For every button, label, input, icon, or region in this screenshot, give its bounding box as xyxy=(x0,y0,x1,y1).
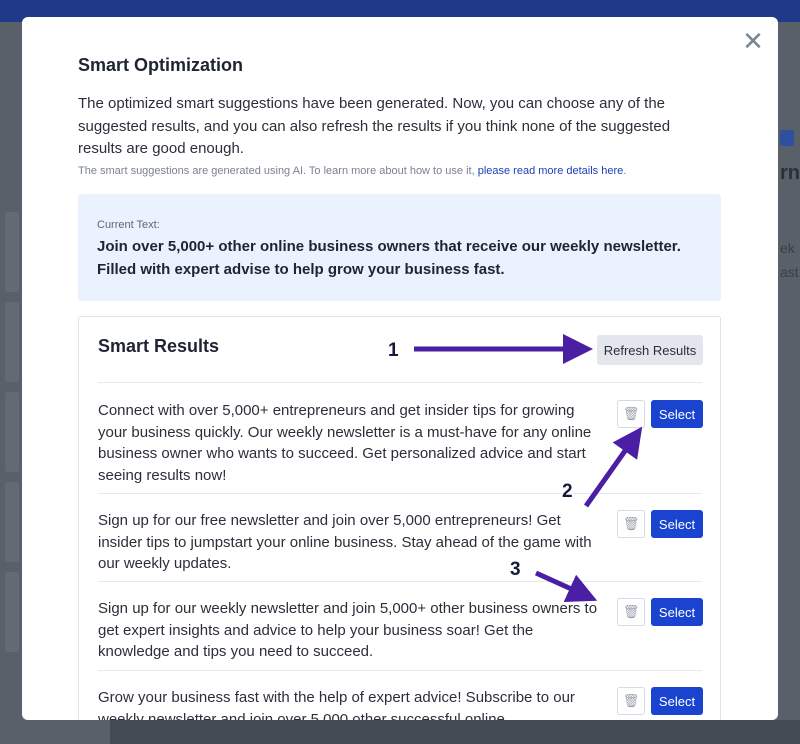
divider xyxy=(98,581,702,582)
ai-note-text: The smart suggestions are generated usin… xyxy=(78,165,475,177)
background-text-fragment: ek xyxy=(780,240,795,256)
trash-icon[interactable]: 🗑 xyxy=(617,687,645,715)
divider xyxy=(98,382,702,383)
trash-icon[interactable]: 🗑 xyxy=(617,510,645,538)
background-panel xyxy=(5,572,19,652)
background-panel xyxy=(5,302,19,382)
modal-title: Smart Optimization xyxy=(78,55,244,75)
current-text-label: Current Text: xyxy=(97,219,160,231)
background-panel xyxy=(5,392,19,472)
current-text-box: Current Text: Join over 5,000+ other onl… xyxy=(78,194,721,301)
smart-results-panel: Smart Results Refresh Results Connect wi… xyxy=(78,316,721,720)
select-button[interactable]: Select xyxy=(651,510,703,538)
trash-icon[interactable]: 🗑 xyxy=(617,400,645,428)
ai-note-end: . xyxy=(623,165,627,177)
current-text-value: Join over 5,000+ other online business o… xyxy=(97,238,681,278)
background-text-fragment: ast xyxy=(780,264,799,280)
modal-description: The optimized smart suggestions have bee… xyxy=(78,95,671,157)
background-panel xyxy=(5,482,19,562)
trash-icon[interactable]: 🗑 xyxy=(617,598,645,626)
read-more-link[interactable]: please read more details here xyxy=(478,165,624,177)
result-text: Sign up for our free newsletter and join… xyxy=(98,512,592,572)
background-panel xyxy=(5,212,19,292)
select-button[interactable]: Select xyxy=(651,598,703,626)
ai-note: The smart suggestions are generated usin… xyxy=(78,165,626,177)
select-button[interactable]: Select xyxy=(651,400,703,428)
divider xyxy=(98,493,702,494)
smart-optimization-modal: ✕ Smart Optimization The optimized smart… xyxy=(22,17,778,720)
result-text: Grow your business fast with the help of… xyxy=(98,689,575,720)
result-text: Connect with over 5,000+ entrepreneurs a… xyxy=(98,402,592,484)
background-heading-fragment: rn xyxy=(780,162,800,184)
background-sidebar xyxy=(0,22,22,744)
background-footer xyxy=(0,720,800,744)
divider xyxy=(98,670,702,671)
background-icon xyxy=(780,130,794,146)
result-text: Sign up for our weekly newsletter and jo… xyxy=(98,600,598,660)
background-footer-panel xyxy=(110,720,800,744)
select-button[interactable]: Select xyxy=(651,687,703,715)
smart-results-title: Smart Results xyxy=(98,336,220,356)
background-content: rn ek ast xyxy=(778,22,800,744)
refresh-results-button[interactable]: Refresh Results xyxy=(597,335,703,365)
close-icon[interactable]: ✕ xyxy=(741,28,765,54)
